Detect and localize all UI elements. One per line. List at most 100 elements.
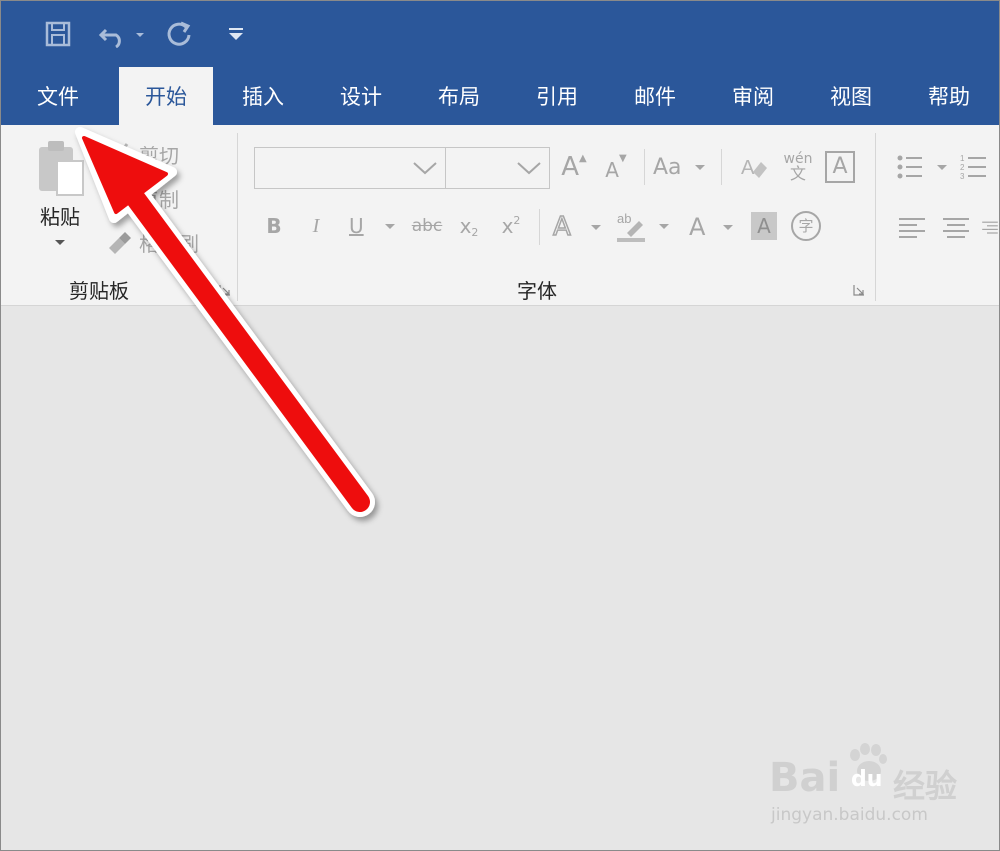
shrink-font-button[interactable]: A ▼ (599, 149, 633, 185)
cut-button[interactable]: 剪切 (105, 137, 205, 171)
tab-insert[interactable]: 插入 (219, 67, 307, 125)
numbering-button[interactable]: 1 2 3 (959, 149, 999, 185)
format-painter-button[interactable]: 格式刷 (105, 225, 215, 259)
underline-button[interactable]: U (343, 209, 399, 243)
highlight-button[interactable]: ab (615, 207, 671, 245)
change-case-button[interactable]: Aa (653, 149, 711, 185)
title-bar (1, 1, 999, 67)
tab-label: 开始 (145, 85, 187, 109)
grow-caret: ▲ (579, 152, 587, 164)
tab-references[interactable]: 引用 (513, 67, 601, 125)
clear-format-button[interactable]: A (737, 149, 771, 185)
group-separator (875, 133, 876, 301)
chevron-down-icon (385, 224, 395, 229)
undo-button[interactable] (97, 17, 147, 51)
copy-icon (108, 187, 130, 210)
undo-icon (98, 28, 144, 48)
tab-file[interactable]: 文件 (15, 67, 101, 125)
enclose-characters-button[interactable]: 字 (789, 209, 823, 243)
align-center-button[interactable] (939, 211, 973, 243)
strikethrough-button[interactable]: abc (407, 209, 447, 243)
paste-icon (39, 141, 84, 196)
tab-help[interactable]: 帮助 (905, 67, 993, 125)
subscript-button[interactable]: x2 (453, 209, 485, 243)
font-color-button[interactable]: A (685, 209, 737, 245)
tab-label: 设计 (340, 85, 382, 109)
tab-label: 邮件 (634, 85, 676, 109)
font-launcher-icon[interactable] (853, 284, 865, 296)
tab-label: 视图 (830, 85, 872, 109)
tab-review[interactable]: 审阅 (709, 67, 797, 125)
strikethrough-icon: abc (411, 216, 443, 236)
watermark-du: du (851, 767, 883, 792)
format-painter-label: 格式刷 (139, 231, 199, 256)
align-left-button[interactable] (895, 211, 929, 243)
paste-label: 粘贴 (40, 205, 80, 229)
bold-button[interactable]: B (259, 209, 289, 243)
chevron-down-icon (591, 225, 601, 230)
tab-label: 插入 (242, 85, 284, 109)
customize-qat-icon (229, 28, 243, 40)
shrink-caret: ▼ (618, 152, 627, 164)
phonetic-bottom: 文 (789, 164, 806, 183)
word-window: 文件 开始 插入 设计 布局 引用 邮件 审阅 视图 帮助 粘贴 剪切 复制 格… (0, 0, 1000, 851)
character-shading-button[interactable]: A (749, 209, 779, 243)
paste-button[interactable]: 粘贴 (25, 137, 95, 267)
align-left-icon (899, 218, 925, 238)
grow-font-button[interactable]: A ▲ (557, 149, 591, 185)
svg-text:ab: ab (617, 211, 631, 226)
superscript-mark: 2 (513, 213, 521, 227)
clipboard-launcher-icon[interactable] (219, 284, 231, 296)
svg-text:A: A (741, 157, 755, 179)
cut-icon (109, 143, 129, 165)
redo-icon (167, 21, 191, 46)
bullets-icon (897, 155, 922, 179)
redo-button[interactable] (161, 17, 197, 51)
chevron-down-icon (695, 165, 705, 170)
text-effects-button[interactable]: A (552, 209, 605, 245)
align-right-button[interactable] (981, 211, 999, 243)
svg-text:1: 1 (960, 154, 965, 163)
font-size-combo[interactable] (445, 147, 550, 189)
font-color-icon: A (689, 213, 706, 241)
enclose-characters-icon: 字 (791, 211, 821, 241)
align-center-icon (943, 218, 969, 238)
numbering-icon: 1 2 3 (960, 154, 986, 181)
group-separator (237, 133, 238, 301)
text-effects-icon: A (552, 211, 571, 243)
underline-icon: U (349, 214, 364, 238)
tab-design[interactable]: 设计 (317, 67, 405, 125)
highlight-icon: ab (617, 211, 645, 242)
tab-label: 审阅 (732, 85, 774, 109)
character-border-icon: A (825, 151, 855, 183)
ribbon-tabs: 文件 开始 插入 设计 布局 引用 邮件 审阅 视图 帮助 (1, 67, 999, 125)
save-button[interactable] (41, 17, 75, 51)
copy-button[interactable]: 复制 (105, 181, 205, 215)
grow-font-icon: A (561, 152, 580, 182)
customize-qat-button[interactable] (223, 17, 249, 51)
italic-icon: I (312, 214, 320, 237)
watermark-url: jingyan.baidu.com (771, 805, 928, 825)
superscript-icon: x (501, 214, 514, 238)
ribbon-home: 粘贴 剪切 复制 格式刷 剪贴板 A ▲ A ▼ Aa A wén 文 A B … (1, 125, 999, 306)
tab-mailings[interactable]: 邮件 (611, 67, 699, 125)
subscript-icon: x (459, 214, 472, 238)
chevron-down-icon (517, 162, 541, 175)
bullets-button[interactable] (895, 149, 951, 185)
phonetic-guide-button[interactable]: wén 文 (779, 147, 817, 187)
font-name-combo[interactable] (254, 147, 446, 189)
tab-layout[interactable]: 布局 (415, 67, 503, 125)
character-border-button[interactable]: A (823, 149, 857, 185)
svg-text:2: 2 (960, 163, 965, 172)
format-painter-icon (109, 232, 131, 254)
italic-button[interactable]: I (301, 209, 331, 243)
superscript-button[interactable]: x2 (495, 209, 527, 243)
chevron-down-icon (413, 162, 437, 175)
paste-dropdown-icon (55, 240, 65, 245)
group-separator (539, 209, 540, 245)
bold-icon: B (266, 214, 282, 238)
tab-home[interactable]: 开始 (119, 67, 213, 125)
tab-view[interactable]: 视图 (807, 67, 895, 125)
group-separator (644, 149, 645, 185)
chevron-down-icon (723, 225, 733, 230)
